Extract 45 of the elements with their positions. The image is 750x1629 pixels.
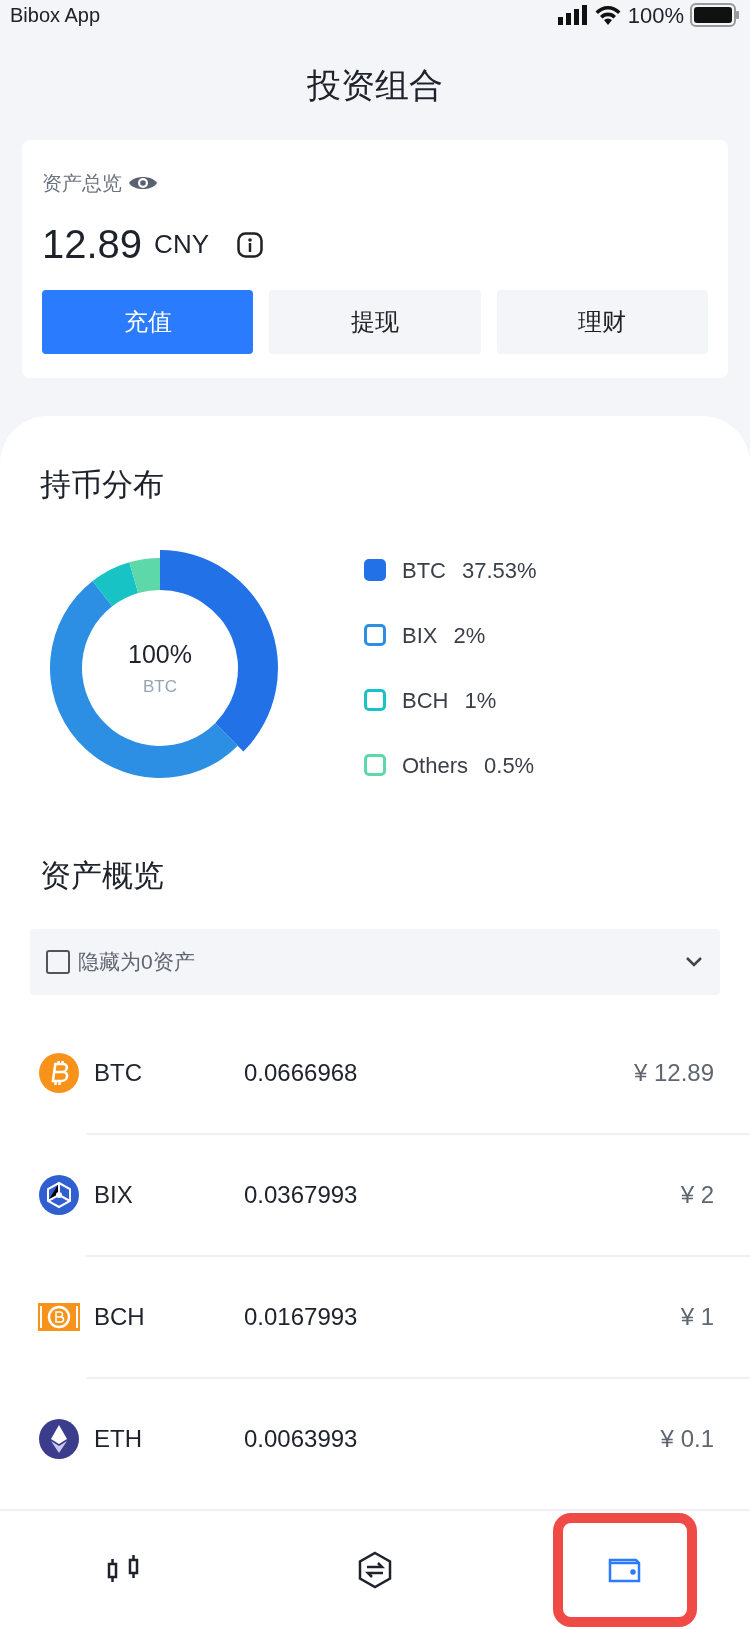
total-amount: 12.89 bbox=[42, 221, 143, 268]
battery-percent: 100% bbox=[627, 1, 684, 30]
coin-symbol: BIX bbox=[94, 1180, 134, 1210]
summary-label: 资产总览 bbox=[42, 171, 122, 196]
bitcoin-icon bbox=[38, 1052, 80, 1094]
app-name: Bibox App bbox=[10, 3, 101, 28]
center-value: 100% bbox=[128, 639, 192, 670]
legend-share: 2% bbox=[453, 621, 486, 650]
wifi-icon bbox=[593, 5, 622, 25]
legend-share: 0.5% bbox=[484, 751, 535, 780]
coin-symbol: BCH bbox=[94, 1302, 146, 1332]
coin-value: ¥ 0.1 bbox=[660, 1424, 714, 1454]
coin-value: ¥ 12.89 bbox=[633, 1058, 714, 1088]
currency-label: CNY bbox=[154, 228, 209, 261]
bitcoin-cash-icon bbox=[38, 1303, 80, 1331]
coin-value: ¥ 2 bbox=[680, 1180, 714, 1210]
center-label: BTC bbox=[143, 675, 177, 698]
coin-amount: 0.0367993 bbox=[244, 1180, 358, 1210]
section-title: 资产概览 bbox=[40, 856, 165, 895]
checkbox[interactable] bbox=[46, 950, 70, 974]
legend-share: 1% bbox=[464, 686, 497, 715]
chevron-down-icon bbox=[684, 955, 704, 969]
legend-label: BTC bbox=[402, 556, 446, 585]
battery-icon bbox=[690, 3, 740, 27]
filter-label: 隐藏为0资产 bbox=[78, 949, 195, 976]
page-title: 投资组合 bbox=[307, 64, 443, 106]
section-title: 持币分布 bbox=[40, 466, 165, 504]
legend-label: BIX bbox=[402, 621, 438, 650]
coin-amount: 0.0666968 bbox=[244, 1058, 358, 1088]
legend-label: Others bbox=[402, 751, 469, 780]
coin-symbol: BTC bbox=[94, 1058, 143, 1088]
legend-label: BCH bbox=[402, 686, 449, 715]
ethereum-icon bbox=[38, 1418, 80, 1460]
filter-bar[interactable]: 隐藏为0资产 bbox=[30, 929, 720, 995]
coin-amount: 0.0063993 bbox=[244, 1424, 358, 1454]
network-coin-icon bbox=[38, 1174, 80, 1216]
info-icon bbox=[237, 232, 263, 258]
action-button[interactable]: 提现 bbox=[269, 290, 481, 354]
action-button[interactable]: 充值 bbox=[42, 290, 254, 354]
legend-share: 37.53% bbox=[462, 556, 537, 585]
coin-amount: 0.0167993 bbox=[244, 1302, 358, 1332]
signal-icon bbox=[557, 5, 588, 25]
action-button[interactable]: 理财 bbox=[496, 290, 708, 354]
coin-value: ¥ 1 bbox=[680, 1302, 714, 1332]
coin-symbol: ETH bbox=[94, 1424, 143, 1454]
